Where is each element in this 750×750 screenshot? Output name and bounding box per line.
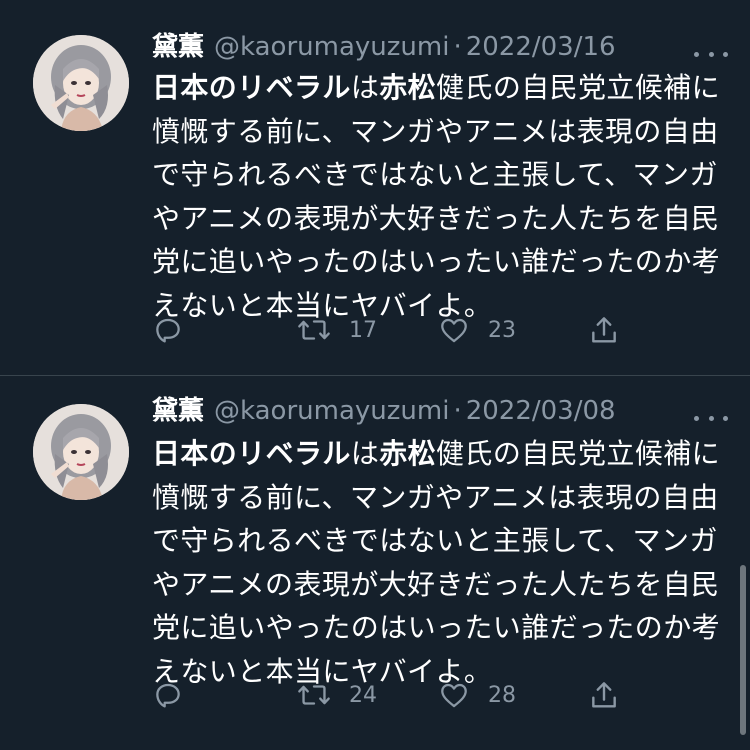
tweet-text-bold: 赤松 [379, 71, 437, 104]
reply-icon [156, 318, 180, 343]
tweet-text-bold: リベラル [237, 71, 351, 104]
tweet-text-bold: 日本の [152, 71, 238, 104]
tweet-actions: 24 28 [152, 675, 622, 715]
display-name[interactable]: 黛薫 [152, 394, 204, 428]
reply-icon [156, 683, 180, 708]
like-button[interactable]: 23 [438, 310, 516, 350]
header-separator: · [453, 32, 462, 62]
avatar[interactable] [33, 35, 129, 131]
header-separator: · [453, 396, 462, 426]
retweet-button[interactable]: 24 [297, 675, 377, 715]
tweet-actions: 17 23 [152, 310, 622, 350]
scrollbar[interactable] [740, 565, 746, 735]
reply-button[interactable] [152, 310, 202, 350]
like-button[interactable]: 28 [438, 675, 516, 715]
tweet-text-regular: 健氏の自民党立候補に憤慨する前に、マンガやアニメは表現の自由で守られるべきではな… [152, 437, 721, 688]
avatar[interactable] [33, 404, 129, 500]
more-options-icon[interactable] [694, 408, 728, 428]
more-options-icon[interactable] [694, 44, 728, 64]
like-count: 23 [488, 317, 516, 343]
avatar-portrait-image [33, 404, 129, 500]
tweet[interactable]: 黛薫 @kaorumayuzumi · 2022/03/16 日本のリベラルは赤… [0, 0, 750, 376]
share-icon [592, 317, 616, 343]
share-button[interactable] [589, 675, 619, 715]
tweet-text: 日本のリベラルは赤松健氏の自民党立候補に憤慨する前に、マンガやアニメは表現の自由… [152, 432, 722, 693]
tweet-text-bold: リベラル [237, 437, 351, 470]
tweet-text-regular: は [350, 71, 380, 104]
tweet-text-bold: 赤松 [379, 437, 437, 470]
display-name[interactable]: 黛薫 [152, 30, 204, 64]
share-icon [592, 682, 616, 708]
retweet-button[interactable]: 17 [297, 310, 377, 350]
tweet-text: 日本のリベラルは赤松健氏の自民党立候補に憤慨する前に、マンガやアニメは表現の自由… [152, 66, 722, 327]
tweet-text-regular: は [350, 437, 380, 470]
share-button[interactable] [589, 310, 619, 350]
like-count: 28 [488, 682, 516, 708]
user-handle[interactable]: @kaorumayuzumi [214, 30, 449, 64]
retweet-count: 24 [349, 682, 377, 708]
tweet-date[interactable]: 2022/03/16 [466, 30, 616, 64]
retweet-icon [298, 320, 330, 340]
timeline-feed: 黛薫 @kaorumayuzumi · 2022/03/16 日本のリベラルは赤… [0, 0, 750, 750]
tweet-date[interactable]: 2022/03/08 [466, 394, 616, 428]
tweet-text-bold: 日本の [152, 437, 238, 470]
retweet-count: 17 [349, 317, 377, 343]
tweet[interactable]: 黛薫 @kaorumayuzumi · 2022/03/08 日本のリベラルは赤… [0, 376, 750, 750]
like-icon [441, 683, 467, 708]
tweet-header: 黛薫 @kaorumayuzumi · 2022/03/08 [152, 394, 694, 428]
user-handle[interactable]: @kaorumayuzumi [214, 394, 449, 428]
reply-button[interactable] [152, 675, 202, 715]
avatar-portrait-image [33, 35, 129, 131]
tweet-header: 黛薫 @kaorumayuzumi · 2022/03/16 [152, 30, 694, 64]
tweet-text-regular: 健氏の自民党立候補に憤慨する前に、マンガやアニメは表現の自由で守られるべきではな… [152, 71, 721, 322]
retweet-icon [298, 685, 330, 705]
like-icon [441, 318, 467, 343]
